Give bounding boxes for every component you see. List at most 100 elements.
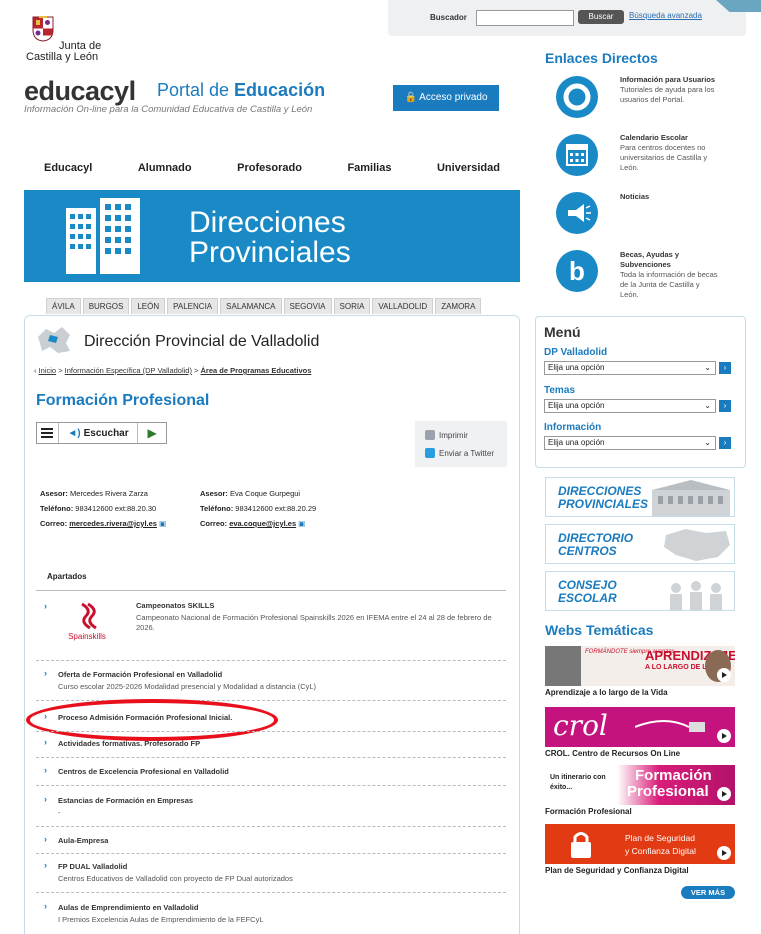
twitter-icon <box>425 448 435 458</box>
print-link[interactable]: Imprimir <box>425 430 468 440</box>
tab-soria[interactable]: SORIA <box>333 298 371 314</box>
tab-segovia[interactable]: SEGOVIA <box>283 298 332 314</box>
apartado-title[interactable]: Aula-Empresa <box>58 836 108 845</box>
junta-logo[interactable]: Junta de Castilla y León <box>26 16 126 68</box>
webs-heading: Webs Temáticas <box>545 622 654 638</box>
listen-button[interactable]: ◄) Escuchar <box>59 423 139 443</box>
tab-leon[interactable]: LEÓN <box>131 298 166 314</box>
web-aprendizaje[interactable]: FORMÁNDOTE siempre avanzas APRENDIZAJE A… <box>545 646 735 697</box>
advanced-search-link[interactable]: Búsqueda avanzada <box>629 11 702 20</box>
promo-consejo[interactable]: CONSEJO ESCOLAR <box>545 571 735 611</box>
apartado-desc: Centros Educativos de Valladolid con pro… <box>58 874 293 883</box>
page-title: Formación Profesional <box>36 392 210 409</box>
play-icon <box>717 846 731 860</box>
spainskills-logo[interactable]: Spainskills <box>62 602 112 642</box>
see-more-button[interactable]: VER MÁS <box>681 886 735 899</box>
breadcrumb: ‹ Inicio > Información Específica (DP Va… <box>34 366 312 375</box>
apartado-desc: Curso escolar 2025-2026 Modalidad presen… <box>58 682 317 691</box>
apartado-title[interactable]: Estancias de Formación en Empresas <box>58 796 193 805</box>
chevron-right-icon: › <box>44 668 47 678</box>
lifebuoy-icon[interactable] <box>556 76 598 118</box>
promo-direcciones[interactable]: DIRECCIONES PROVINCIALES <box>545 477 735 517</box>
chevron-down-icon: ⌄ <box>704 401 711 410</box>
map-region-icon <box>38 327 70 353</box>
go-button[interactable]: › <box>719 362 731 374</box>
enlaces-heading: Enlaces Directos <box>545 50 658 66</box>
tab-zamora[interactable]: ZAMORA <box>435 298 482 314</box>
search-button[interactable]: Buscar <box>578 10 624 24</box>
crumb-info[interactable]: Información Específica (DP Valladolid) <box>65 366 192 375</box>
tab-valladolid[interactable]: VALLADOLID <box>372 298 434 314</box>
search-bar: Buscador Buscar Búsqueda avanzada <box>388 0 746 36</box>
chevron-right-icon: › <box>44 737 47 747</box>
advisor-1-email[interactable]: mercedes.rivera@jcyl.es <box>69 519 157 528</box>
play-icon <box>717 729 731 743</box>
banner-title: Direcciones Provinciales <box>189 206 351 269</box>
web-formacion-profesional[interactable]: Un itinerario con éxito... Formación Pro… <box>545 765 735 816</box>
menu-section-label: Temas <box>544 385 575 396</box>
site-title[interactable]: educacyl <box>24 76 136 107</box>
calendar-icon[interactable] <box>556 134 598 176</box>
apartado-title[interactable]: Centros de Excelencia Profesional en Val… <box>58 767 229 776</box>
printer-icon <box>425 430 435 440</box>
player-menu-icon[interactable] <box>37 423 59 443</box>
menu-select-informacion[interactable]: Elija una opción ⌄ <box>544 436 716 450</box>
becas-b-icon[interactable]: b <box>556 250 598 292</box>
enlace-info-usuarios[interactable]: Información para Usuarios Tutoriales de … <box>620 75 720 105</box>
enlace-calendario[interactable]: Calendario Escolar Para centros docentes… <box>620 133 720 173</box>
apartado-desc: - <box>58 808 61 817</box>
section-banner: Direcciones Provinciales <box>24 190 520 282</box>
external-link-icon: ▣ <box>298 519 306 528</box>
apartado-desc: Campeonato Nacional de Formación Profesi… <box>136 613 492 632</box>
chevron-right-icon: › <box>44 794 47 804</box>
chevron-right-icon: › <box>44 601 47 611</box>
tab-salamanca[interactable]: SALAMANCA <box>220 298 282 314</box>
search-input[interactable] <box>476 10 574 26</box>
portal-title: Portal de Educación <box>157 80 326 100</box>
province-tabs: ÁVILA BURGOS LEÓN PALENCIA SALAMANCA SEG… <box>46 298 482 314</box>
nav-educacyl[interactable]: Educacyl <box>44 162 92 176</box>
megaphone-icon[interactable] <box>556 192 598 234</box>
nav-universidad[interactable]: Universidad <box>437 162 500 176</box>
crumb-home[interactable]: Inicio <box>39 366 57 375</box>
advisor-2: Asesor: Eva Coque Gurpegui Teléfono: 983… <box>200 489 317 528</box>
listen-player: ◄) Escuchar ▶ <box>36 422 167 444</box>
apartado-title[interactable]: Oferta de Formación Profesional en Valla… <box>58 670 222 679</box>
web-crol[interactable]: crol CROL. Centro de Recursos On Line <box>545 707 735 758</box>
chevron-right-icon: › <box>44 860 47 870</box>
tab-burgos[interactable]: BURGOS <box>82 298 130 314</box>
chevron-right-icon: › <box>44 834 47 844</box>
tab-palencia[interactable]: PALENCIA <box>167 298 219 314</box>
apartado-title[interactable]: Campeonatos SKILLS <box>136 601 214 610</box>
nav-profesorado[interactable]: Profesorado <box>237 162 302 176</box>
tab-avila[interactable]: ÁVILA <box>46 298 81 314</box>
advisor-2-email[interactable]: eva.coque@jcyl.es <box>229 519 296 528</box>
apartado-title[interactable]: Aulas de Emprendimiento en Valladolid <box>58 903 198 912</box>
apartado-title[interactable]: Actividades formativas. Profesorado FP <box>58 739 200 748</box>
menu-select-dp[interactable]: Elija una opción ⌄ <box>544 361 716 375</box>
twitter-link[interactable]: Enviar a Twitter <box>425 448 494 458</box>
play-icon <box>717 668 731 682</box>
dp-title: Dirección Provincial de Valladolid <box>84 333 320 350</box>
search-label: Buscador <box>430 13 467 22</box>
buildings-icon <box>66 198 140 274</box>
menu-select-temas[interactable]: Elija una opción ⌄ <box>544 399 716 413</box>
enlace-becas[interactable]: Becas, Ayudas y Subvenciones Toda la inf… <box>620 250 720 300</box>
promo-directorio[interactable]: DIRECTORIO CENTROS <box>545 524 735 564</box>
enlace-noticias[interactable]: Noticias <box>620 192 720 202</box>
apartado-desc: I Premios Excelencia Aulas de Emprendimi… <box>58 915 264 924</box>
nav-alumnado[interactable]: Alumnado <box>138 162 192 176</box>
highlight-ellipse <box>26 699 278 741</box>
go-button[interactable]: › <box>719 437 731 449</box>
menu-section-label: DP Valladolid <box>544 347 608 358</box>
apartado-title[interactable]: FP DUAL Valladolid <box>58 862 127 871</box>
go-button[interactable]: › <box>719 400 731 412</box>
crumb-area[interactable]: Área de Programas Educativos <box>201 366 312 375</box>
nav-familias[interactable]: Familias <box>347 162 391 176</box>
web-seguridad-digital[interactable]: Plan de Seguridad y Confianza Digital Pl… <box>545 824 735 875</box>
play-icon[interactable]: ▶ <box>138 423 166 443</box>
private-access-button[interactable]: 🔒 Acceso privado <box>393 85 499 111</box>
chevron-down-icon: ⌄ <box>704 363 711 372</box>
person-photo-icon <box>545 646 581 686</box>
menu-section-label: Información <box>544 422 602 433</box>
